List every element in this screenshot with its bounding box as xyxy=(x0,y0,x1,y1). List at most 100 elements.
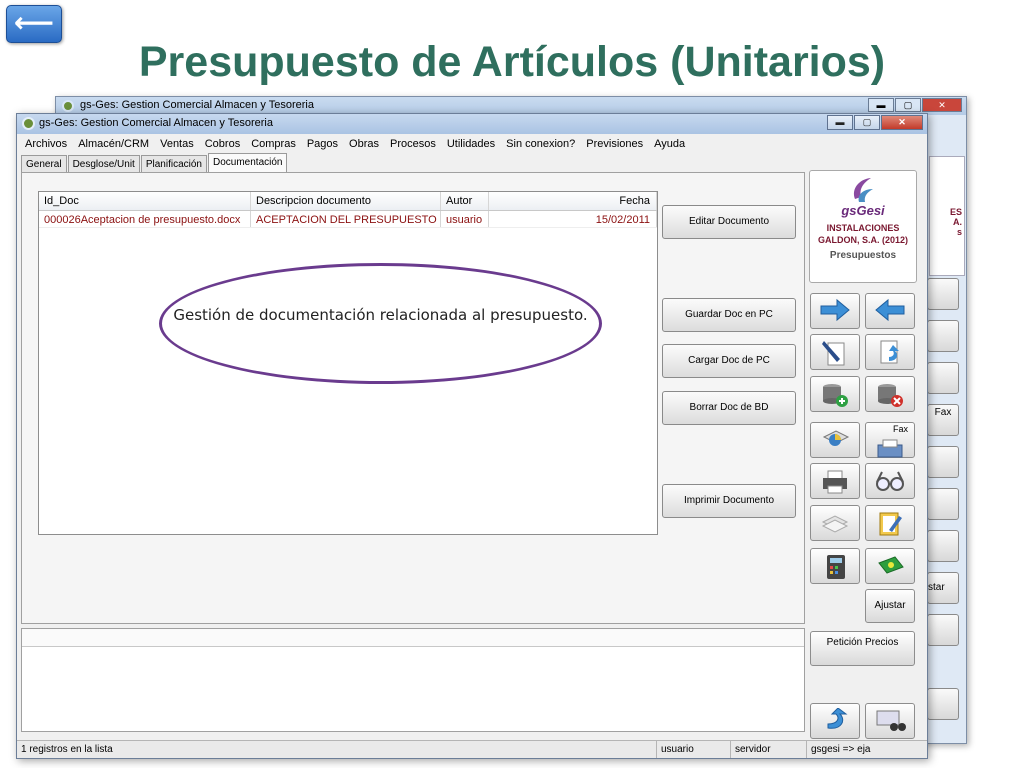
fax-label: Fax xyxy=(892,424,908,434)
minimize-button[interactable]: ▬ xyxy=(827,115,853,130)
arrow-right-icon xyxy=(820,298,850,322)
slide: ⟵ Presupuesto de Artículos (Unitarios) g… xyxy=(0,0,1024,768)
binoculars-icon xyxy=(876,710,906,731)
tab-planificacion[interactable]: Planificación xyxy=(140,155,207,172)
notebook-icon xyxy=(879,512,902,536)
bg-logo-peek: ES A. s xyxy=(929,156,965,276)
return-arrow-icon xyxy=(827,707,848,729)
app-icon xyxy=(22,117,35,130)
cell-descripcion: ACEPTACION DEL PRESUPUESTO xyxy=(251,211,441,227)
document-return-icon xyxy=(880,340,899,364)
prev-arrow-button[interactable] xyxy=(865,293,915,329)
bg-side-button[interactable] xyxy=(927,446,959,478)
chart-document-icon xyxy=(822,430,850,446)
menu-utilidades[interactable]: Utilidades xyxy=(441,136,500,154)
bg-fax-button[interactable]: Fax xyxy=(927,404,959,436)
menu-cobros[interactable]: Cobros xyxy=(199,136,245,154)
menu-pagos[interactable]: Pagos xyxy=(301,136,343,154)
column-header-autor[interactable]: Autor xyxy=(441,192,489,210)
calculator-icon xyxy=(827,555,845,579)
bg-side-button[interactable] xyxy=(927,530,959,562)
pen-document-icon xyxy=(822,341,845,366)
printer-icon xyxy=(823,470,847,494)
calculator-button[interactable] xyxy=(810,548,860,584)
document-return-button[interactable] xyxy=(865,334,915,370)
menu-compras[interactable]: Compras xyxy=(245,136,301,154)
logo-name: gsGesi xyxy=(841,203,885,218)
bg-side-button[interactable] xyxy=(927,362,959,394)
bg-window-title: gs-Ges: Gestion Comercial Almacen y Teso… xyxy=(80,99,314,111)
status-bar: 1 registros en la lista usuario servidor… xyxy=(17,740,927,758)
bg-close-button[interactable]: ✕ xyxy=(922,98,962,112)
fax-icon xyxy=(877,439,903,458)
close-button[interactable]: ✕ xyxy=(881,115,923,130)
add-database-button[interactable] xyxy=(810,376,860,412)
menu-ventas[interactable]: Ventas xyxy=(154,136,199,154)
cell-autor: usuario xyxy=(441,211,489,227)
menu-sin-conexion[interactable]: Sin conexion? xyxy=(500,136,580,154)
edit-document-button[interactable]: Editar Documento xyxy=(662,205,796,239)
column-header-descripcion[interactable]: Descripcion documento xyxy=(251,192,441,210)
next-arrow-button[interactable] xyxy=(810,293,860,329)
slide-title: Presupuesto de Artículos (Unitarios) xyxy=(138,38,886,86)
search-cards-button[interactable] xyxy=(865,703,915,739)
bg-side-button[interactable] xyxy=(927,320,959,352)
bg-minimize-button[interactable]: ▬ xyxy=(868,98,894,112)
bg-side-button[interactable] xyxy=(927,278,959,310)
copy-pages-icon xyxy=(821,515,849,533)
menu-ayuda[interactable]: Ayuda xyxy=(648,136,690,154)
tab-general[interactable]: General xyxy=(21,155,67,172)
title-bar: gs-Ges: Gestion Comercial Almacen y Teso… xyxy=(17,114,927,134)
money-icon xyxy=(878,556,904,574)
fax-button[interactable]: Fax xyxy=(865,422,915,458)
logo-company: INSTALACIONES GALDON, S.A. (2012) xyxy=(817,223,909,245)
save-doc-pc-button[interactable]: Guardar Doc en PC xyxy=(662,298,796,332)
maximize-button[interactable]: ▢ xyxy=(854,115,880,130)
bg-maximize-button[interactable]: ▢ xyxy=(895,98,921,112)
back-arrow-icon: ⟵ xyxy=(13,6,55,39)
cell-id-doc: 000026Aceptacion de presupuesto.docx xyxy=(39,211,251,227)
window-title: gs-Ges: Gestion Comercial Almacen y Teso… xyxy=(39,117,273,129)
load-doc-pc-button[interactable]: Cargar Doc de PC xyxy=(662,344,796,378)
bg-side-button[interactable] xyxy=(927,614,959,646)
preview-button[interactable] xyxy=(865,463,915,499)
table-header: Id_Doc Descripcion documento Autor Fecha xyxy=(39,192,657,211)
company-logo-box: gsGesi INSTALACIONES GALDON, S.A. (2012)… xyxy=(809,170,917,283)
app-icon xyxy=(62,100,74,112)
tab-documentacion[interactable]: Documentación xyxy=(208,153,288,172)
menu-almacen-crm[interactable]: Almacén/CRM xyxy=(72,136,154,154)
money-button[interactable] xyxy=(865,548,915,584)
table-row[interactable]: 000026Aceptacion de presupuesto.docx ACE… xyxy=(39,211,657,228)
lower-list-header xyxy=(22,629,804,647)
notes-button[interactable] xyxy=(865,505,915,541)
column-header-id-doc[interactable]: Id_Doc xyxy=(39,192,251,210)
delete-database-button[interactable] xyxy=(865,376,915,412)
tab-desglose[interactable]: Desglose/Unit xyxy=(67,155,140,172)
status-record-count: 1 registros en la lista xyxy=(17,741,657,758)
peticion-precios-button[interactable]: Petición Precios xyxy=(810,631,915,666)
cell-fecha: 15/02/2011 xyxy=(489,211,657,227)
edit-pen-button[interactable] xyxy=(810,334,860,370)
ajustar-button[interactable]: Ajustar xyxy=(865,589,915,623)
menu-archivos[interactable]: Archivos xyxy=(19,136,72,154)
print-button[interactable] xyxy=(810,463,860,499)
status-user: usuario xyxy=(657,741,731,758)
callout-bubble: Gestión de documentación relacionada al … xyxy=(159,263,602,384)
tab-strip: General Desglose/Unit Planificación Docu… xyxy=(21,153,288,173)
copy-button[interactable] xyxy=(810,505,860,541)
database-add-icon xyxy=(823,384,848,407)
reports-button[interactable] xyxy=(810,422,860,458)
status-database: gsgesi => eja xyxy=(811,744,871,755)
delete-doc-db-button[interactable]: Borrar Doc de BD xyxy=(662,391,796,425)
logo-module: Presupuestos xyxy=(829,250,897,261)
print-document-button[interactable]: Imprimir Documento xyxy=(662,484,796,518)
bg-side-button[interactable] xyxy=(927,488,959,520)
menu-obras[interactable]: Obras xyxy=(343,136,384,154)
bg-ajustar-button[interactable]: star xyxy=(927,572,959,604)
column-header-fecha[interactable]: Fecha xyxy=(489,192,657,210)
return-button[interactable] xyxy=(810,703,860,739)
menu-procesos[interactable]: Procesos xyxy=(384,136,441,154)
status-server: servidor xyxy=(731,741,807,758)
bg-side-button[interactable] xyxy=(927,688,959,720)
menu-previsiones[interactable]: Previsiones xyxy=(580,136,648,154)
